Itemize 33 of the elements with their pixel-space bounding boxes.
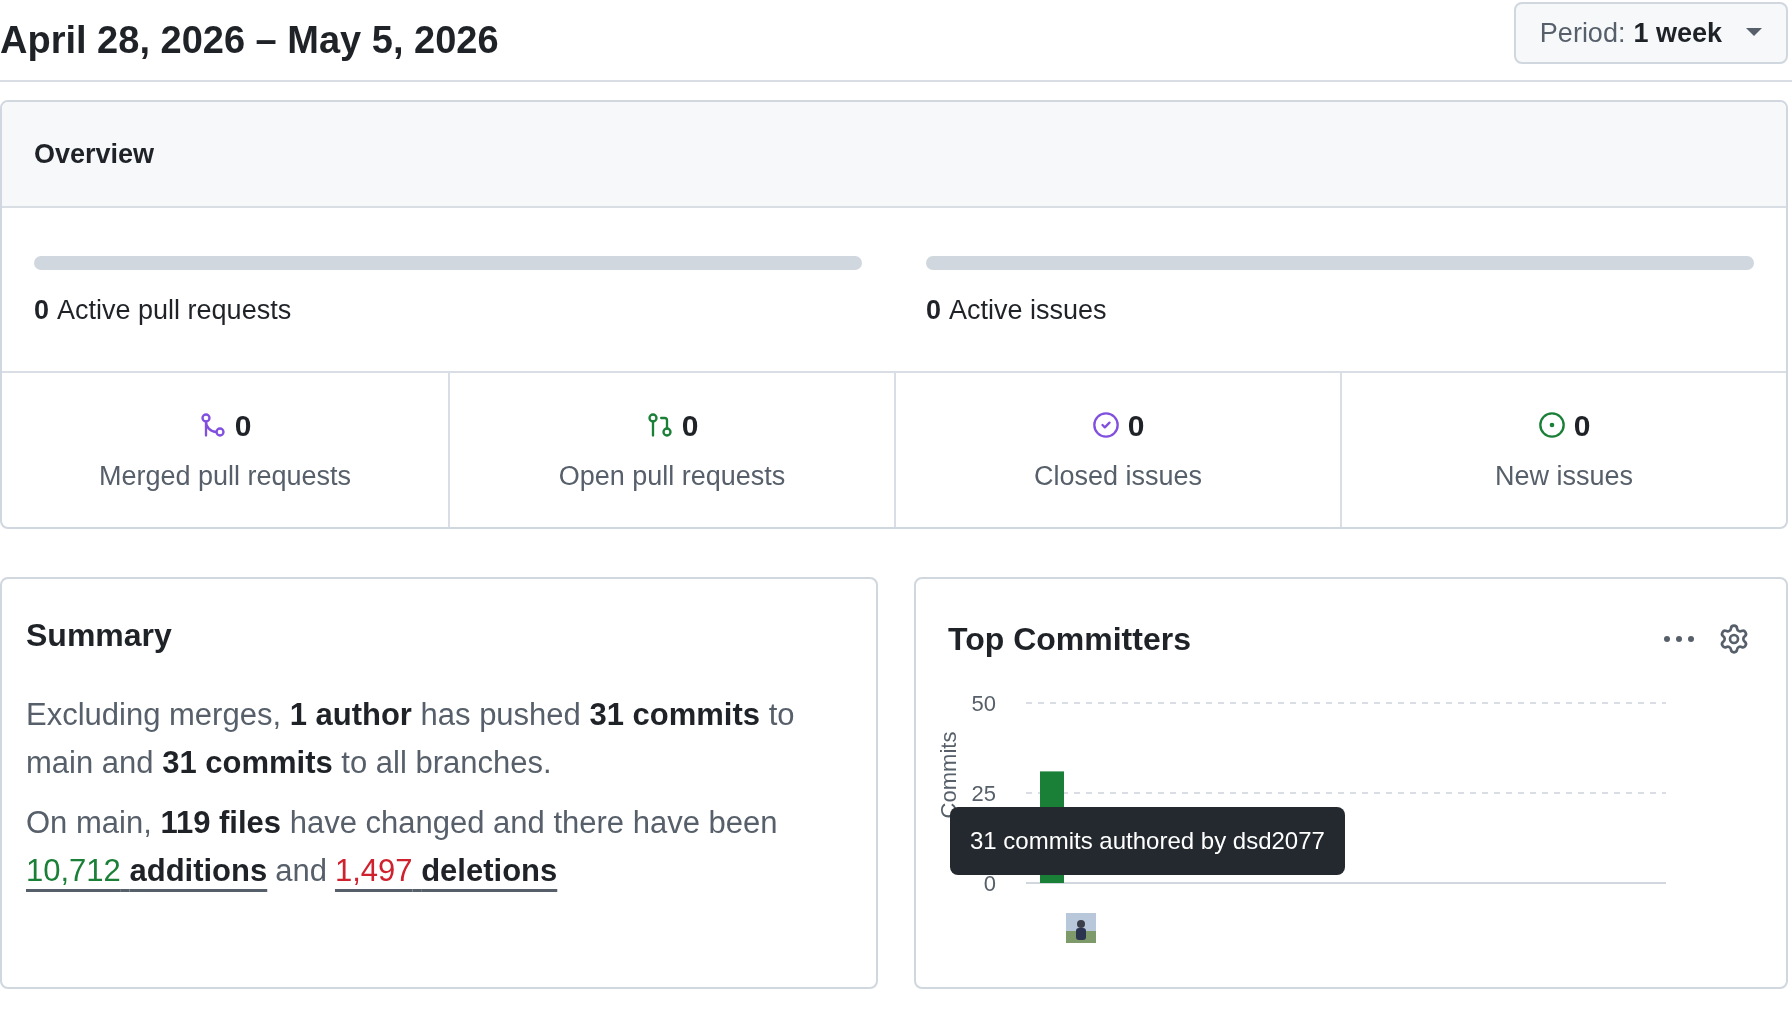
stat-count: 0 xyxy=(1573,407,1591,444)
dot-circle-icon xyxy=(1537,411,1566,440)
stat-count: 0 xyxy=(681,407,699,444)
summary-text: Excluding merges, 1 author has pushed 31 commits to main and 31 commits to all branches. xyxy=(26,695,796,782)
caret-icon xyxy=(1746,28,1762,38)
active-count: 0 xyxy=(34,294,50,327)
settings-icon xyxy=(1718,622,1750,655)
y-tick-label: 50 xyxy=(971,690,996,716)
active-count: 0 xyxy=(926,294,942,327)
ellipsis-icon xyxy=(1664,635,1694,642)
check-circle-icon xyxy=(1091,411,1120,440)
deletions-link[interactable]: 1,497 deletions xyxy=(334,846,558,895)
top-committers-title: Top Committers xyxy=(948,619,1191,659)
stat-count: 0 xyxy=(1127,407,1145,444)
changes-text: On main, 119 files have changed and there have been xyxy=(26,804,778,840)
date-range-title: April 28, 2026 – May 5, 2026 xyxy=(0,17,499,63)
conjunction-text: and xyxy=(275,851,327,890)
active-label: Active issues xyxy=(949,294,1107,327)
additions-link[interactable]: 10,712 additions xyxy=(26,846,268,895)
more-options-button[interactable] xyxy=(1664,635,1694,642)
stat-label: Open pull requests xyxy=(558,459,786,493)
active-label: Active pull requests xyxy=(57,294,292,327)
summary-title: Summary xyxy=(26,615,173,655)
y-tick-label: 25 xyxy=(971,780,996,806)
overview-title: Overview xyxy=(34,137,155,171)
period-dropdown[interactable]: Period: 1 week xyxy=(1513,2,1788,64)
stat-label: New issues xyxy=(1494,459,1633,493)
merge-icon xyxy=(198,411,227,440)
settings-button[interactable] xyxy=(1718,622,1750,655)
stat-count: 0 xyxy=(234,407,252,444)
pull-request-icon xyxy=(645,411,674,440)
stat-label: Merged pull requests xyxy=(98,459,352,493)
stat-label: Closed issues xyxy=(1033,459,1203,493)
